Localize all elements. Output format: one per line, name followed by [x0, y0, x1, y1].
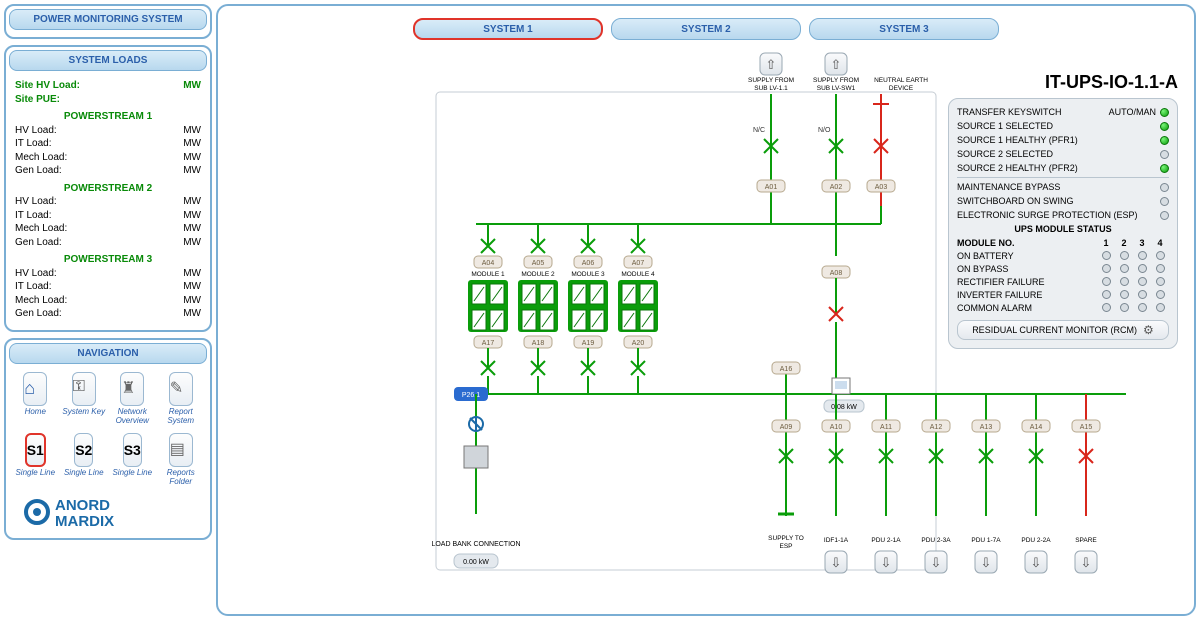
tab-system 1[interactable]: SYSTEM 1: [413, 18, 603, 40]
nav-system-key[interactable]: [72, 372, 96, 406]
svg-text:⇩: ⇩: [931, 555, 942, 570]
svg-text:A09: A09: [780, 424, 793, 431]
svg-text:SUB LV-SW1: SUB LV-SW1: [817, 85, 856, 92]
svg-text:A03: A03: [875, 184, 888, 191]
svg-text:P26.1: P26.1: [462, 392, 480, 399]
svg-text:0.00 kW: 0.00 kW: [463, 559, 489, 566]
svg-text:A17: A17: [482, 340, 495, 347]
svg-text:A02: A02: [830, 184, 843, 191]
svg-text:PDU 2-3A: PDU 2-3A: [921, 537, 951, 544]
title-panel: POWER MONITORING SYSTEM: [4, 4, 212, 39]
brand-logo: ANORD MARDIX: [9, 490, 207, 535]
nav-network-overview[interactable]: [120, 372, 144, 406]
svg-text:SUB LV-1.1: SUB LV-1.1: [754, 85, 788, 92]
svg-text:PDU 2-2A: PDU 2-2A: [1021, 537, 1051, 544]
svg-text:A15: A15: [1080, 424, 1093, 431]
svg-text:MARDIX: MARDIX: [55, 513, 114, 530]
svg-text:MODULE 1: MODULE 1: [471, 271, 505, 278]
svg-text:A06: A06: [582, 260, 595, 267]
system-loads-panel: SYSTEM LOADS Site HV Load:MWSite PUE:POW…: [4, 45, 212, 332]
network-overview-icon: [121, 378, 143, 400]
svg-text:A04: A04: [482, 260, 495, 267]
svg-text:SUPPLY FROM: SUPPLY FROM: [748, 77, 794, 84]
svg-text:⇩: ⇩: [1081, 555, 1092, 570]
tab-system 2[interactable]: SYSTEM 2: [611, 18, 801, 40]
home-icon: [24, 378, 46, 400]
svg-text:NEUTRAL EARTH: NEUTRAL EARTH: [874, 77, 928, 84]
svg-text:MODULE 2: MODULE 2: [521, 271, 555, 278]
svg-text:⇩: ⇩: [831, 555, 842, 570]
svg-text:PDU 2-1A: PDU 2-1A: [871, 537, 901, 544]
svg-text:A16: A16: [780, 366, 793, 373]
svg-text:ANORD: ANORD: [55, 497, 110, 514]
svg-text:A18: A18: [532, 340, 545, 347]
nav-s3[interactable]: S3: [123, 433, 142, 467]
svg-text:PDU 1-7A: PDU 1-7A: [971, 537, 1001, 544]
system-loads-header: SYSTEM LOADS: [9, 50, 207, 71]
svg-text:⇩: ⇩: [981, 555, 992, 570]
svg-text:A05: A05: [532, 260, 545, 267]
svg-text:A08: A08: [830, 270, 843, 277]
svg-text:ESP: ESP: [779, 543, 792, 550]
svg-text:LOAD BANK CONNECTION: LOAD BANK CONNECTION: [431, 541, 520, 548]
svg-text:N/O: N/O: [818, 127, 831, 134]
svg-text:N/C: N/C: [753, 127, 765, 134]
tab-system 3[interactable]: SYSTEM 3: [809, 18, 999, 40]
nav-s1[interactable]: S1: [25, 433, 46, 467]
svg-text:A07: A07: [632, 260, 645, 267]
nav-row-1: Home System Key Network Overview Report …: [9, 368, 207, 429]
nav-home[interactable]: [23, 372, 47, 406]
report-system-icon: [170, 378, 192, 400]
svg-text:IDF1-1A: IDF1-1A: [824, 537, 849, 544]
svg-text:⇧: ⇧: [831, 57, 842, 72]
nav-s2[interactable]: S2: [74, 433, 93, 467]
svg-text:A19: A19: [582, 340, 595, 347]
system-loads-body: Site HV Load:MWSite PUE:POWERSTREAM 1HV …: [9, 75, 207, 327]
single-line-diagram: ⇧⇧SUPPLY FROMSUB LV-1.1SUPPLY FROMSUB LV…: [226, 46, 1186, 606]
svg-text:SUPPLY TO: SUPPLY TO: [768, 535, 804, 542]
svg-text:A14: A14: [1030, 424, 1043, 431]
svg-text:⇩: ⇩: [881, 555, 892, 570]
main-panel: SYSTEM 1SYSTEM 2SYSTEM 3 IT-UPS-IO-1.1-A…: [216, 4, 1196, 616]
svg-text:A11: A11: [880, 424, 892, 431]
navigation-header: NAVIGATION: [9, 343, 207, 364]
system-tabs: SYSTEM 1 SYSTEM 2 SYSTEM 3: [218, 18, 1194, 40]
system-key-icon: [73, 378, 95, 400]
svg-text:⇩: ⇩: [1031, 555, 1042, 570]
nav-report-system[interactable]: [169, 372, 193, 406]
svg-text:SPARE: SPARE: [1075, 537, 1097, 544]
svg-text:⇧: ⇧: [766, 57, 777, 72]
svg-text:A01: A01: [765, 184, 778, 191]
app-title: POWER MONITORING SYSTEM: [9, 9, 207, 30]
svg-text:A20: A20: [632, 340, 645, 347]
svg-text:A12: A12: [930, 424, 943, 431]
navigation-panel: NAVIGATION Home System Key Network Overv…: [4, 338, 212, 540]
svg-text:A13: A13: [980, 424, 993, 431]
reports-folder-icon: [170, 439, 192, 461]
svg-text:MODULE 4: MODULE 4: [621, 271, 655, 278]
svg-text:MODULE 3: MODULE 3: [571, 271, 605, 278]
svg-text:A10: A10: [830, 424, 843, 431]
nav-row-2: S1 Single Line S2 Single Line S3 Single …: [9, 429, 207, 490]
svg-text:DEVICE: DEVICE: [889, 85, 914, 92]
svg-text:SUPPLY FROM: SUPPLY FROM: [813, 77, 859, 84]
nav-reports-folder[interactable]: [169, 433, 193, 467]
